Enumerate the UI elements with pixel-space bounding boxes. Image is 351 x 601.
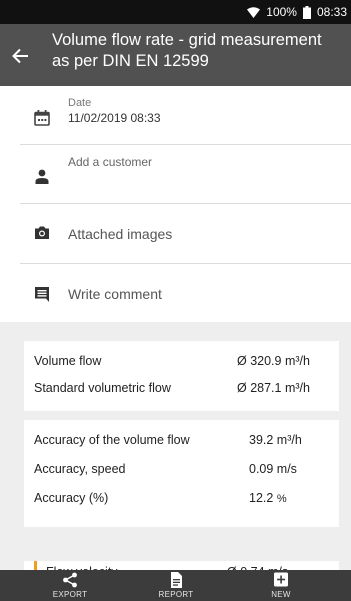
status-bar: 100% 08:33 <box>0 0 351 24</box>
result-name: Accuracy of the volume flow <box>34 433 190 447</box>
result-value: 39.2 m³/h <box>249 433 302 447</box>
date-value: 11/02/2019 08:33 <box>68 111 161 125</box>
export-button[interactable]: EXPORT <box>25 570 115 601</box>
write-comment-row[interactable]: Write comment <box>0 264 351 322</box>
result-value: Ø 320.9 m³/h <box>237 354 310 368</box>
page-title: Volume flow rate - grid measurement as p… <box>52 30 351 72</box>
accuracy-card: Accuracy of the volume flow 39.2 m³/h Ac… <box>24 420 339 527</box>
report-label: REPORT <box>158 590 194 599</box>
result-value: 12.2 % <box>249 491 287 505</box>
write-comment-label: Write comment <box>68 286 162 302</box>
wifi-icon <box>247 6 261 18</box>
result-name: Accuracy (%) <box>34 491 109 505</box>
camera-icon <box>34 225 52 243</box>
arrow-back-icon[interactable] <box>8 44 32 68</box>
result-row: Accuracy of the volume flow 39.2 m³/h <box>34 433 329 453</box>
clock: 08:33 <box>316 5 347 19</box>
new-label: NEW <box>271 590 291 599</box>
page-title-line-2: as per DIN EN 12599 <box>52 52 209 70</box>
date-row[interactable]: Date 11/02/2019 08:33 <box>0 86 351 144</box>
battery-icon <box>302 5 311 19</box>
share-icon <box>61 572 79 588</box>
result-value: 0.09 m/s <box>249 462 297 476</box>
result-name: Accuracy, speed <box>34 462 126 476</box>
calendar-icon <box>34 110 52 128</box>
date-label: Date <box>68 97 92 109</box>
result-number: 12.2 <box>249 491 274 505</box>
person-icon <box>34 168 52 186</box>
document-icon <box>167 572 185 588</box>
comment-icon <box>34 286 52 304</box>
screen: 100% 08:33 Volume flow rate - grid measu… <box>0 0 351 601</box>
details-list: Date 11/02/2019 08:33 Add a customer Att… <box>0 86 351 322</box>
attached-images-row[interactable]: Attached images <box>0 204 351 262</box>
result-name: Volume flow <box>34 354 102 368</box>
export-label: EXPORT <box>52 590 88 599</box>
result-row: Volume flow Ø 320.9 m³/h <box>34 354 329 374</box>
add-customer-label: Add a customer <box>68 155 153 169</box>
add-box-icon <box>272 572 290 588</box>
bottom-action-bar: EXPORT REPORT NEW <box>0 570 351 601</box>
customer-row[interactable]: Add a customer <box>0 145 351 203</box>
new-button[interactable]: NEW <box>236 570 326 601</box>
result-value: Ø 287.1 m³/h <box>237 381 310 395</box>
volume-flow-card: Volume flow Ø 320.9 m³/h Standard volume… <box>24 341 339 411</box>
report-button[interactable]: REPORT <box>131 570 221 601</box>
app-bar: Volume flow rate - grid measurement as p… <box>0 24 351 86</box>
result-name: Standard volumetric flow <box>34 381 171 395</box>
result-row: Standard volumetric flow Ø 287.1 m³/h <box>34 381 329 401</box>
result-row: Accuracy (%) 12.2 % <box>34 491 329 511</box>
battery-percent: 100% <box>266 5 297 19</box>
result-unit: % <box>276 493 287 505</box>
attached-images-label: Attached images <box>68 226 173 242</box>
page-title-line-1: Volume flow rate - grid measurement <box>52 31 322 49</box>
result-row: Accuracy, speed 0.09 m/s <box>34 462 329 482</box>
